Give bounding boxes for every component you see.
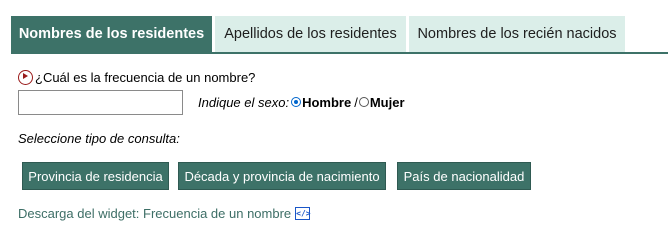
pais-nacionalidad-button[interactable]: País de nacionalidad <box>397 162 531 190</box>
tab-nombres-recien-nacidos[interactable]: Nombres de los recién nacidos <box>409 16 625 52</box>
sex-label: Indique el sexo: <box>198 94 290 110</box>
sex-separator: / <box>354 94 358 110</box>
widget-download-link[interactable]: Descarga del widget: Frecuencia de un no… <box>18 206 291 221</box>
radio-mujer[interactable] <box>358 97 369 107</box>
consulta-type-label: Seleccione tipo de consulta: <box>18 131 180 146</box>
radio-hombre-label[interactable]: Hombre <box>302 95 351 110</box>
name-input[interactable] <box>18 90 183 115</box>
question-row: ¿Cuál es la frecuencia de un nombre? <box>18 68 255 86</box>
question-text: ¿Cuál es la frecuencia de un nombre? <box>35 69 256 85</box>
tab-bar-underline <box>11 52 668 54</box>
widget-download-row: Descarga del widget: Frecuencia de un no… <box>18 206 311 221</box>
embed-code-icon[interactable]: </> <box>295 207 311 220</box>
play-circle-icon[interactable] <box>18 69 33 85</box>
provincia-residencia-button[interactable]: Provincia de residencia <box>22 162 169 190</box>
sex-selector: Indique el sexo: Hombre / Mujer <box>198 94 405 110</box>
tab-bar: Nombres de los residentes Apellidos de l… <box>11 16 668 52</box>
radio-hombre[interactable] <box>291 97 302 107</box>
decada-provincia-nacimiento-button[interactable]: Década y provincia de nacimiento <box>178 162 386 190</box>
tab-nombres-residentes[interactable]: Nombres de los residentes <box>11 16 212 52</box>
tab-apellidos-residentes[interactable]: Apellidos de los residentes <box>215 16 406 52</box>
radio-mujer-label[interactable]: Mujer <box>370 95 405 110</box>
